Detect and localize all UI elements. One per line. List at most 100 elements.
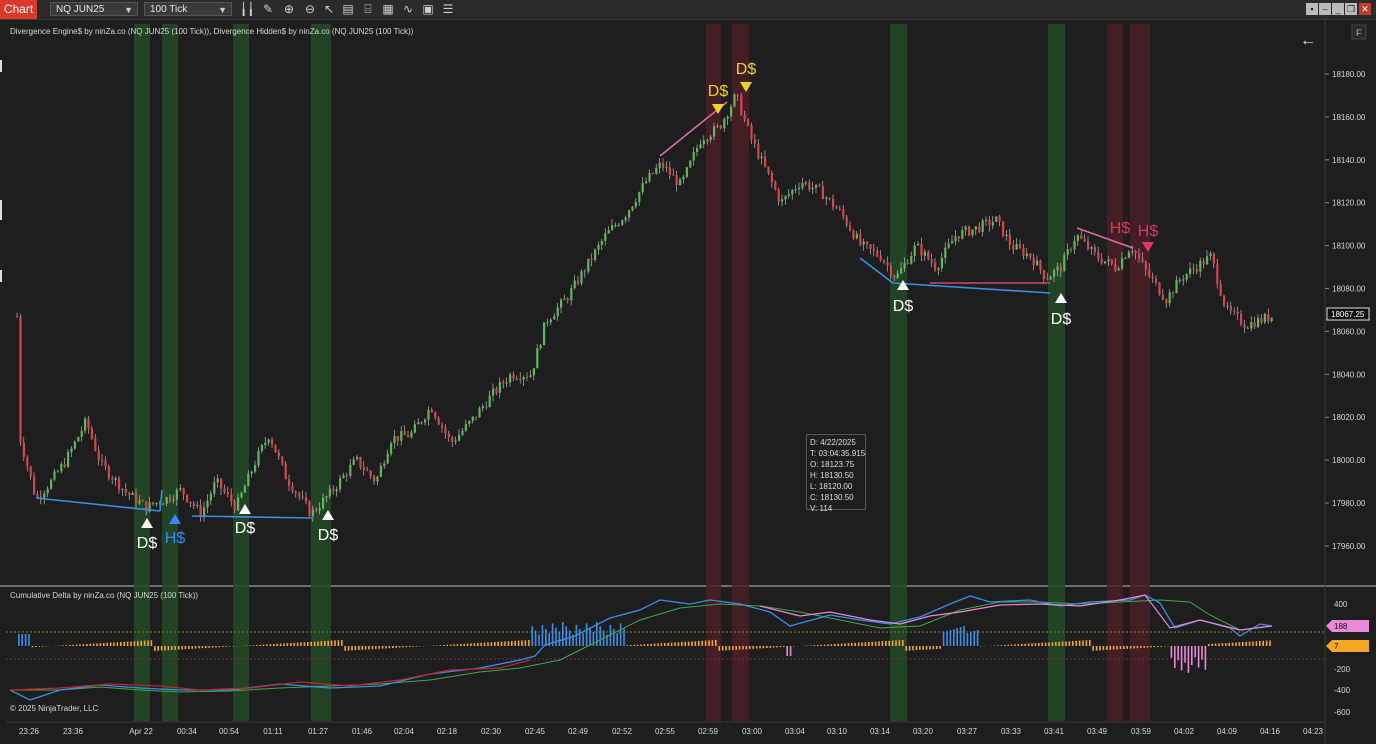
candle-body	[1253, 322, 1256, 328]
candle-body	[1049, 276, 1052, 280]
delta-histogram-bar	[732, 646, 734, 650]
interval-selector[interactable]: 100 Tick ▼	[144, 2, 232, 16]
delta-histogram-bar	[154, 646, 156, 651]
delta-histogram-bar	[361, 646, 363, 650]
candle-body	[179, 488, 182, 490]
candle-body	[515, 378, 518, 380]
candle-body	[607, 230, 610, 234]
candle-body	[1189, 268, 1192, 274]
candle-body	[740, 95, 743, 115]
candle-body	[267, 439, 270, 443]
delta-histogram-bar	[745, 646, 748, 650]
delta-histogram-bar	[398, 646, 401, 648]
properties-icon[interactable]: ▦	[381, 3, 395, 16]
chart-canvas[interactable]: D$ H$ D$ D$ D$ D$ D$ D$ H$ H$ Divergence Engine$ …	[0, 20, 1376, 744]
candle-body	[624, 217, 627, 221]
candle-body	[896, 273, 899, 278]
candle-body	[583, 271, 586, 273]
candle-body	[359, 457, 362, 468]
delta-histogram-bar	[215, 646, 217, 648]
delta-histogram-bar	[786, 646, 788, 656]
data-box-high: H: 18130.50	[810, 471, 854, 480]
delta-histogram-bar	[847, 643, 850, 646]
candle-body	[964, 226, 967, 230]
minimize-window-icon[interactable]: _	[1332, 3, 1344, 15]
delta-histogram-bar	[79, 644, 81, 646]
candle-body	[859, 233, 862, 245]
delta-histogram-bar	[589, 627, 591, 646]
delta-histogram-bar	[439, 645, 442, 646]
delta-histogram-bar	[939, 646, 941, 649]
instrument-selector[interactable]: NQ JUN25 ▼	[50, 2, 138, 16]
delta-histogram-bar	[701, 640, 703, 646]
menu-icon[interactable]: ☰	[441, 3, 455, 16]
candle-body	[84, 418, 87, 431]
delta-histogram-bar	[558, 631, 561, 646]
candle-body	[1121, 258, 1124, 269]
restore-icon[interactable]: ❐	[1345, 3, 1357, 15]
delta-histogram-bar	[211, 646, 214, 648]
bar-type-icon[interactable]: ╽╽	[240, 3, 254, 16]
candle-body	[1192, 268, 1195, 270]
delta-histogram-bar	[116, 642, 119, 646]
candle-body	[294, 491, 297, 494]
delta-histogram-bar	[402, 646, 404, 648]
delta-histogram-bar	[813, 645, 816, 646]
candle-body	[434, 412, 437, 418]
close-icon[interactable]: ✕	[1359, 3, 1371, 15]
candle-body	[339, 478, 342, 490]
zoom-in-icon[interactable]: ⊕	[282, 3, 296, 16]
candle-body	[1032, 257, 1035, 266]
delta-histogram-bar	[1004, 645, 1006, 646]
candle-body	[961, 229, 964, 239]
delta-histogram-bar	[283, 643, 285, 646]
candle-body	[298, 493, 301, 497]
delta-histogram-bar	[970, 632, 972, 646]
time-axis-label: 02:52	[612, 727, 633, 736]
minimize-icon[interactable]: –	[1319, 3, 1331, 15]
delta-histogram-bar	[1191, 646, 1193, 665]
delta-histogram-bar	[711, 640, 714, 646]
indicator-icon[interactable]: ∿	[401, 3, 415, 16]
delta-histogram-bar	[75, 644, 78, 646]
delta-histogram-bar	[1007, 644, 1009, 646]
tile-icon[interactable]: ▪	[1306, 3, 1318, 15]
candle-body	[631, 206, 634, 211]
edge-marker	[0, 60, 2, 72]
delta-histogram-bar	[483, 642, 486, 646]
delta-histogram-bar	[735, 646, 737, 650]
cursor-icon[interactable]: ↖	[322, 3, 336, 16]
pencil-icon[interactable]: ✎	[261, 3, 275, 16]
delta-histogram-bar	[21, 634, 23, 646]
data-box-icon[interactable]: ▤	[341, 3, 355, 16]
delta-histogram-bar	[854, 642, 856, 646]
zoom-out-icon[interactable]: ⊖	[303, 3, 317, 16]
strategy-icon[interactable]: ▣	[421, 3, 435, 16]
candle-body	[1195, 269, 1198, 272]
candle-body	[1263, 314, 1266, 323]
delta-histogram-bar	[259, 644, 261, 646]
candle-body	[685, 167, 688, 177]
delta-histogram-bar	[473, 643, 476, 646]
delta-histogram-bar	[109, 642, 112, 646]
candle-body	[1216, 263, 1219, 284]
candle-body	[1114, 263, 1117, 271]
candle-body	[131, 492, 134, 496]
f-button[interactable]: F	[1356, 28, 1362, 38]
delta-histogram-bar	[864, 642, 867, 646]
candle-body	[243, 486, 246, 493]
candle-body	[213, 482, 216, 494]
delta-histogram-bar	[667, 642, 669, 646]
delta-histogram-bar	[997, 645, 999, 646]
candle-body	[522, 377, 525, 380]
delta-histogram-bar	[371, 646, 374, 650]
candle-body	[906, 262, 909, 264]
candle-body	[1087, 241, 1090, 249]
chart-tab[interactable]: Chart	[0, 0, 37, 19]
back-arrow-icon[interactable]: ←	[1300, 32, 1316, 49]
signal-label: D$	[708, 83, 729, 100]
candle-body	[1257, 317, 1260, 328]
candle-body	[910, 255, 913, 264]
chart-trader-icon[interactable]: ⌸	[361, 3, 375, 16]
candle-body	[951, 241, 954, 244]
